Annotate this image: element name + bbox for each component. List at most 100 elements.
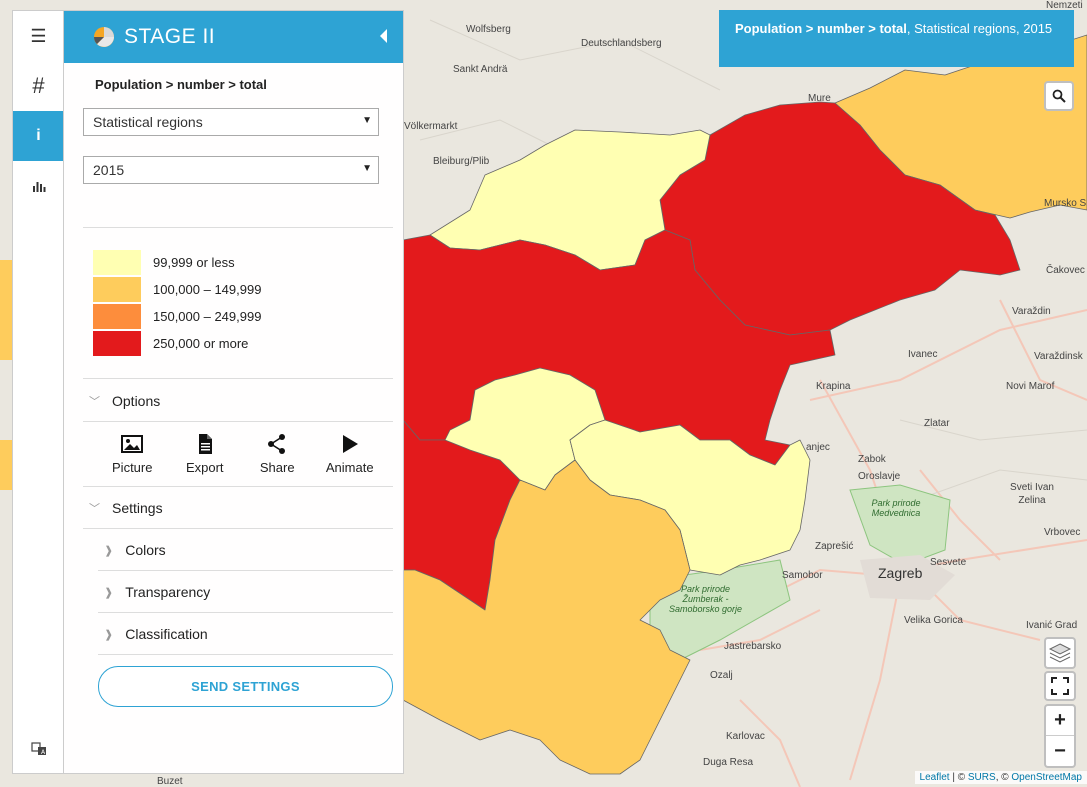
divider xyxy=(98,654,393,655)
play-icon xyxy=(342,435,358,453)
region-west-edge-2[interactable] xyxy=(0,440,12,490)
picture-button[interactable]: Picture xyxy=(96,433,169,475)
stage-logo-icon xyxy=(94,27,114,47)
region-west-edge[interactable] xyxy=(0,260,12,360)
divider xyxy=(98,570,393,571)
chevron-down-icon: ﹀ xyxy=(89,503,100,515)
info-details: , Statistical regions, 2015 xyxy=(906,21,1053,36)
legend-swatch xyxy=(93,277,141,302)
park-medvednica-area xyxy=(849,484,951,566)
translate-icon[interactable]: A xyxy=(13,742,64,759)
map-label-duga-resa: Duga Resa xyxy=(703,757,754,768)
legend-label: 99,999 or less xyxy=(153,255,235,270)
divider xyxy=(83,421,393,422)
map-label-deutschlandsberg: Deutschlandsberg xyxy=(581,38,662,49)
classification-label: Classification xyxy=(125,626,208,642)
chevron-right-icon: ❱ xyxy=(104,544,114,557)
panel-header: STAGE II xyxy=(64,11,403,63)
map-label-ozalj: Ozalj xyxy=(710,670,733,681)
settings-label: Settings xyxy=(112,500,163,516)
divider xyxy=(83,486,393,487)
map-label-mure: Mure xyxy=(808,93,831,104)
surs-link[interactable]: SURS xyxy=(968,772,996,783)
search-icon xyxy=(1052,89,1066,103)
info-icon[interactable]: i xyxy=(13,111,64,161)
layers-button[interactable] xyxy=(1044,637,1076,669)
fullscreen-button[interactable] xyxy=(1044,671,1076,701)
icon-rail: ☰ # i A xyxy=(12,10,64,774)
year-select[interactable]: 2015 ▼ xyxy=(83,156,379,184)
map-label-samobor: Samobor xyxy=(782,570,823,581)
map-label-zlatar: Zlatar xyxy=(924,418,950,429)
menu-icon[interactable]: ☰ xyxy=(13,11,64,61)
map-label-zapresic: Zaprešić xyxy=(815,541,854,552)
legend-swatch xyxy=(93,304,141,329)
chevron-down-icon: ﹀ xyxy=(89,396,100,408)
legend-item: 99,999 or less xyxy=(93,249,261,276)
zoom-out-button[interactable]: − xyxy=(1046,736,1074,766)
map-label-sveti-ivan-zelina: Svetі Ivan Zelina xyxy=(1010,482,1054,506)
side-panel: STAGE II Population > number > total Sta… xyxy=(63,10,404,774)
map-label-vrbovec: Vrbovec xyxy=(1044,527,1081,538)
leaflet-link[interactable]: Leaflet xyxy=(920,772,950,783)
classification-section[interactable]: ❱ Classification xyxy=(98,622,393,646)
map-label-oroslavje: Oroslavje xyxy=(858,471,901,482)
divider xyxy=(83,227,393,228)
osm-link[interactable]: OpenStreetMap xyxy=(1011,772,1082,783)
panel-title: STAGE II xyxy=(124,25,216,48)
colors-section[interactable]: ❱ Colors xyxy=(98,538,393,562)
transparency-label: Transparency xyxy=(125,584,211,600)
collapse-panel-icon[interactable] xyxy=(380,29,387,43)
legend-label: 250,000 or more xyxy=(153,336,249,351)
map-label-cakovec: Čakovec xyxy=(1046,265,1085,276)
picture-label: Picture xyxy=(112,460,153,475)
legend-swatch xyxy=(93,331,141,356)
legend-item: 150,000 – 249,999 xyxy=(93,303,261,330)
year-select-value: 2015 xyxy=(93,162,125,178)
options-section[interactable]: ﹀ Options xyxy=(83,389,393,413)
legend-item: 250,000 or more xyxy=(93,330,261,357)
animate-button[interactable]: Animate xyxy=(314,433,387,475)
bar-chart-icon[interactable] xyxy=(13,161,64,211)
region-select-value: Statistical regions xyxy=(93,114,203,130)
settings-section[interactable]: ﹀ Settings xyxy=(83,496,393,520)
fullscreen-icon xyxy=(1051,677,1069,695)
chevron-right-icon: ❱ xyxy=(104,586,114,599)
zoom-in-button[interactable]: + xyxy=(1046,706,1074,736)
map-label-velika-gorica: Velika Gorica xyxy=(904,615,963,626)
map-label-varazdinske: Varaždinsk xyxy=(1034,351,1083,362)
map-label-park-zumberak: Park prirode Žumberak - Samoborsko gorje xyxy=(668,584,743,614)
layers-icon xyxy=(1048,643,1072,663)
hash-icon[interactable]: # xyxy=(13,61,64,111)
transparency-section[interactable]: ❱ Transparency xyxy=(98,580,393,604)
map-label-anjec: anjec xyxy=(806,442,830,453)
map-search-button[interactable] xyxy=(1044,81,1074,111)
animate-label: Animate xyxy=(325,460,374,475)
map-label-sankt-andra: Sankt Andrä xyxy=(453,64,508,75)
tools-row: Picture Export Share Animate xyxy=(96,433,386,475)
map-label-zabok: Zabok xyxy=(858,454,886,465)
map-label-buzet: Buzet xyxy=(157,776,183,787)
map-label-murskosr: Mursko Sr xyxy=(1044,198,1087,209)
legend-swatch xyxy=(93,250,141,275)
chevron-right-icon: ❱ xyxy=(104,628,114,641)
map-label-volkermarkt: Völkermarkt xyxy=(404,121,458,132)
legend-label: 150,000 – 249,999 xyxy=(153,309,262,324)
legend-label: 100,000 – 149,999 xyxy=(153,282,262,297)
export-label: Export xyxy=(185,460,224,475)
export-button[interactable]: Export xyxy=(169,433,242,475)
year-select-arrow-icon: ▼ xyxy=(362,163,372,174)
divider xyxy=(98,612,393,613)
map-label-park-medvednica: Park prirode Medvednica xyxy=(871,498,921,518)
map-label-ivanec: Ivanec xyxy=(908,349,938,360)
region-select[interactable]: Statistical regions ▼ xyxy=(83,108,379,136)
divider xyxy=(83,378,393,379)
map-label-sesvete: Sesvete xyxy=(930,557,967,568)
send-settings-button[interactable]: SEND SETTINGS xyxy=(98,666,393,707)
share-button[interactable]: Share xyxy=(241,433,314,475)
divider xyxy=(83,528,393,529)
map-attribution: Leaflet | © SURS, © OpenStreetMap xyxy=(914,771,1087,784)
indicator-info-box: Population > number > total, Statistical… xyxy=(719,10,1074,67)
share-label: Share xyxy=(259,460,295,475)
map-label-wolfsberg: Wolfsberg xyxy=(466,24,511,35)
